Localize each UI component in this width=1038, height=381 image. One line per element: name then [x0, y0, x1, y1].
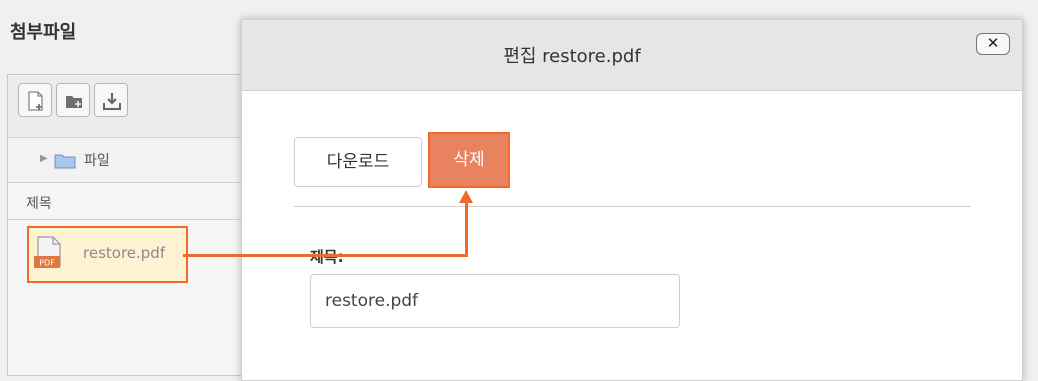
- column-header-title[interactable]: 제목: [8, 183, 248, 220]
- new-file-icon: [28, 91, 43, 111]
- close-button[interactable]: ✕: [976, 33, 1010, 55]
- edit-dialog: 편집 restore.pdf ✕ 다운로드 삭제 제목: restore.pdf: [241, 19, 1023, 381]
- file-manager-toolbar: [8, 75, 248, 138]
- download-icon: [103, 93, 121, 110]
- pdf-file-icon: PDF: [34, 236, 61, 268]
- column-header-label: 제목: [26, 196, 52, 212]
- dialog-title: 편집 restore.pdf: [503, 46, 641, 67]
- download-file-button[interactable]: 다운로드: [294, 137, 422, 187]
- new-folder-button[interactable]: [56, 83, 90, 117]
- close-icon: ✕: [986, 34, 1000, 52]
- annotation-connector-horizontal: [183, 254, 467, 257]
- breadcrumb[interactable]: ▶ 파일: [8, 138, 248, 183]
- title-field[interactable]: restore.pdf: [310, 274, 680, 328]
- file-name: restore.pdf: [83, 244, 166, 262]
- file-manager-panel: ▶ 파일 제목 PDF restore.pdf: [7, 74, 249, 376]
- divider: [294, 206, 971, 207]
- annotation-arrow-icon: [459, 190, 473, 203]
- section-title: 첨부파일: [10, 22, 77, 43]
- download-button[interactable]: [94, 83, 128, 117]
- file-item-restore-pdf[interactable]: PDF restore.pdf: [27, 226, 188, 283]
- expand-arrow-icon[interactable]: ▶: [40, 153, 48, 164]
- svg-text:PDF: PDF: [39, 259, 55, 268]
- annotation-connector-vertical: [465, 199, 468, 257]
- dialog-header: 편집 restore.pdf ✕: [242, 20, 1022, 91]
- folder-icon: [54, 154, 76, 169]
- delete-file-button[interactable]: 삭제: [428, 132, 510, 188]
- new-folder-icon: [66, 96, 82, 108]
- new-file-button[interactable]: [18, 83, 52, 117]
- breadcrumb-folder-label[interactable]: 파일: [84, 150, 110, 170]
